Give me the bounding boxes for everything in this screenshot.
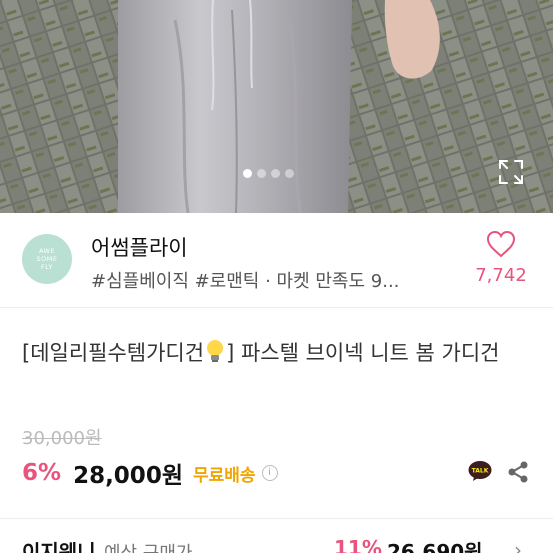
product-title-part: [데일리필수템가디건 [22,341,205,365]
expected-price-title: 이지웨니 [22,540,96,553]
expected-discount: 11% [334,536,382,553]
carousel-dot[interactable] [271,169,280,178]
expected-price-label: 예상 구매가 [104,543,193,553]
heart-outline-icon [486,230,516,258]
kakao-talk-icon[interactable]: TALK [468,460,492,482]
seller-tags: #심플베이직 #로맨틱 · 마켓 만족도 9... [91,271,400,292]
free-shipping-badge: 무료배송 [192,465,256,486]
talk-label: TALK [472,468,489,475]
original-price: 30,000원 [22,428,102,449]
carousel-dot[interactable] [257,169,266,178]
product-photo [0,0,553,213]
price-row: 6% 28,000원 무료배송 i [22,456,278,490]
seller-name[interactable]: 어썸플라이 [91,232,188,262]
seller-logo[interactable]: AWE SOME FLY [22,234,72,284]
product-title: [데일리필수템가디건 ] 파스텔 브이넥 니트 봄 가디건 [22,336,532,370]
expected-price-row[interactable]: 이지웨니 예상 구매가 11% 26,690원 › [22,536,553,553]
info-icon[interactable]: i [261,465,278,481]
section-divider [0,518,553,519]
product-title-part: ] 파스텔 브이넥 니트 봄 가디건 [226,341,500,365]
expected-price: 26,690원 [387,540,483,553]
expand-icon[interactable] [498,159,524,185]
seller-logo-text: AWE SOME FLY [36,247,58,271]
carousel-dot[interactable] [285,169,294,178]
share-icon[interactable] [507,460,529,484]
chevron-right-icon[interactable]: › [514,538,522,553]
like-count: 7,742 [475,265,527,286]
carousel-indicator [243,169,294,178]
sale-price: 28,000원 [73,463,183,489]
product-image-carousel[interactable] [0,0,553,213]
seller-row[interactable]: AWE SOME FLY 어썸플라이 #심플베이직 #로맨틱 · 마켓 만족도 … [0,213,553,308]
discount-rate: 6% [22,460,62,486]
carousel-dot[interactable] [243,169,252,178]
like-button[interactable]: 7,742 [471,230,531,286]
light-bulb-icon [207,340,224,362]
